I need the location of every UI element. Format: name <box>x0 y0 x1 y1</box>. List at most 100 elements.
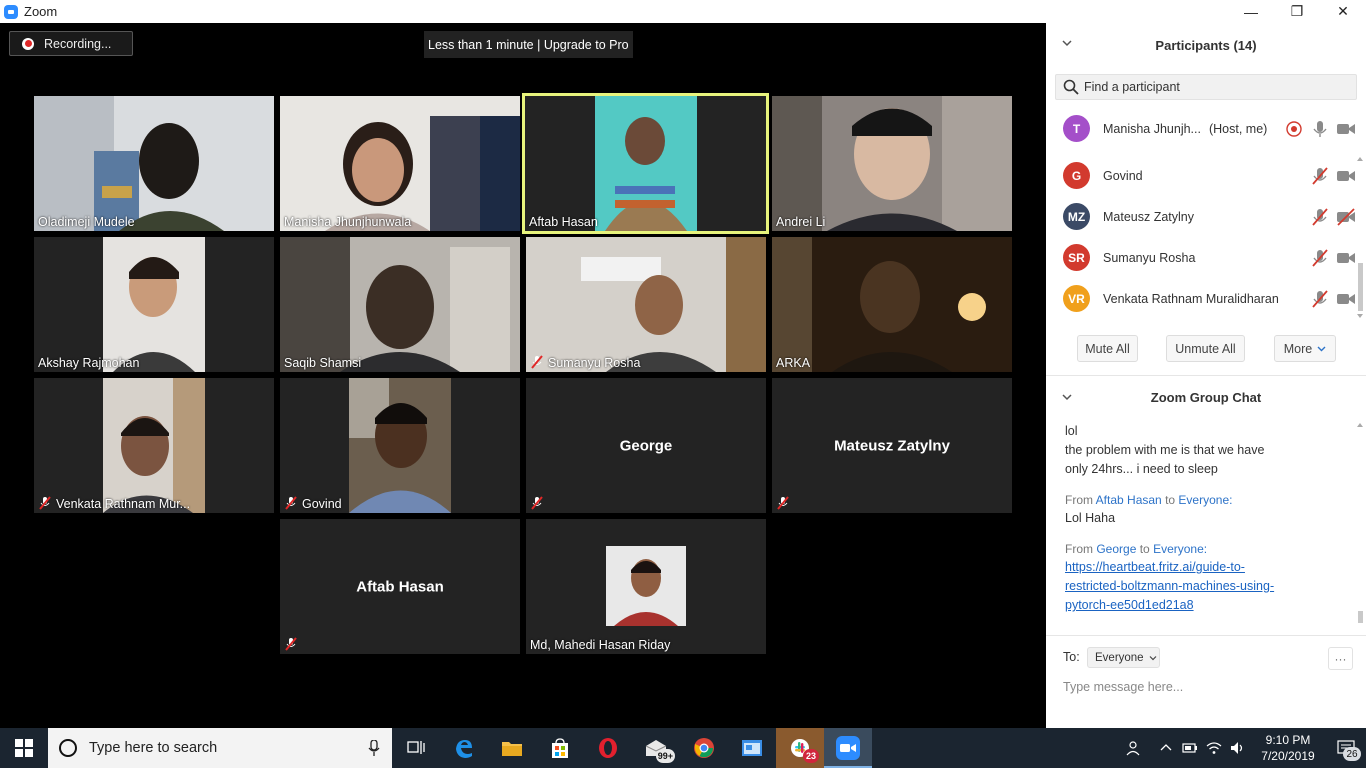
video-tile[interactable]: Md, Mahedi Hasan Riday <box>526 519 766 654</box>
participants-scrollbar[interactable] <box>1356 155 1364 320</box>
participant-row[interactable]: G Govind <box>1046 155 1356 196</box>
slack-badge: 23 <box>803 749 819 763</box>
taskbar-search-placeholder: Type here to search <box>89 740 218 756</box>
recipient-select[interactable]: Everyone <box>1087 647 1160 668</box>
people-button[interactable] <box>1122 728 1146 768</box>
participant-video <box>103 237 205 372</box>
app-button[interactable] <box>728 728 776 768</box>
recipient-value: Everyone <box>1095 651 1144 664</box>
mail-button[interactable]: 99+ <box>632 728 680 768</box>
mic-icon[interactable] <box>1310 119 1330 139</box>
scroll-down-icon[interactable] <box>1356 312 1364 320</box>
video-tile[interactable]: Manisha Jhunjhunwala <box>280 96 520 231</box>
edge-icon <box>456 740 472 758</box>
chat-scrollbar[interactable] <box>1356 421 1364 631</box>
slack-button[interactable]: 23 <box>776 728 824 768</box>
participant-name: Aftab Hasan <box>529 215 598 229</box>
participant-search[interactable]: Find a participant <box>1055 74 1357 100</box>
participant-row[interactable]: T Manisha Jhunjh... (Host, me) <box>1046 108 1356 149</box>
opera-button[interactable] <box>584 728 632 768</box>
chat-messages[interactable]: lol the problem with me is that we have … <box>1046 418 1356 630</box>
window-title: Zoom <box>24 4 58 19</box>
chat-more-button[interactable]: ··· <box>1328 647 1353 670</box>
side-panel: Participants (14) Find a participant T M… <box>1046 23 1366 728</box>
sender-name[interactable]: Aftab Hasan <box>1096 493 1162 507</box>
minimize-button[interactable]: — <box>1228 0 1274 23</box>
zoom-taskbar-button[interactable] <box>824 728 872 768</box>
more-button[interactable]: More <box>1274 335 1336 362</box>
upgrade-banner[interactable]: Less than 1 minute | Upgrade to Pro <box>424 31 633 58</box>
video-camera-icon[interactable] <box>1336 248 1356 268</box>
wifi-button[interactable] <box>1202 728 1226 768</box>
chat-link[interactable]: restricted-boltzmann-machines-using- <box>1065 579 1274 593</box>
participant-row[interactable]: MZ Mateusz Zatylny <box>1046 196 1356 237</box>
chevron-up-icon <box>1160 744 1172 751</box>
task-view-button[interactable] <box>392 728 440 768</box>
edge-button[interactable] <box>440 728 488 768</box>
muted-mic-icon[interactable] <box>1310 289 1330 309</box>
action-center-button[interactable]: 26 <box>1326 728 1366 768</box>
microphone-icon[interactable] <box>368 740 380 756</box>
participant-list-name: Govind <box>1103 168 1143 183</box>
to-label: to <box>1165 493 1176 507</box>
video-tile[interactable]: Akshay Rajmohan <box>34 237 274 372</box>
chat-link[interactable]: pytorch-ee50d1ed21a8 <box>1065 598 1194 612</box>
task-view-icon <box>407 741 425 754</box>
show-hidden-icons-button[interactable] <box>1154 728 1178 768</box>
video-tile-active-speaker[interactable]: Aftab Hasan <box>522 93 769 234</box>
muted-mic-icon[interactable] <box>1310 248 1330 268</box>
start-button[interactable] <box>0 728 48 768</box>
video-off-icon[interactable] <box>1336 207 1356 227</box>
scrollbar-thumb[interactable] <box>1358 611 1363 623</box>
video-camera-icon[interactable] <box>1336 289 1356 309</box>
participant-display-name: Mateusz Zatylny <box>834 437 950 454</box>
scroll-up-icon[interactable] <box>1356 421 1364 429</box>
muted-mic-icon[interactable] <box>1310 207 1330 227</box>
video-tile[interactable]: Saqib Shamsi <box>280 237 520 372</box>
chat-message-input[interactable] <box>1063 676 1353 698</box>
close-button[interactable]: ✕ <box>1320 0 1366 23</box>
video-camera-icon[interactable] <box>1336 119 1356 139</box>
scroll-up-icon[interactable] <box>1356 155 1364 163</box>
battery-button[interactable] <box>1178 728 1202 768</box>
muted-mic-icon[interactable] <box>1310 166 1330 186</box>
chrome-button[interactable] <box>680 728 728 768</box>
windows-icon <box>15 739 33 757</box>
clock[interactable]: 9:10 PM 7/20/2019 <box>1250 732 1326 764</box>
participant-row[interactable]: VR Venkata Rathnam Muralidharan <box>1046 278 1356 319</box>
video-tile[interactable]: Mateusz Zatylny <box>772 378 1012 513</box>
chat-link[interactable]: https://heartbeat.fritz.ai/guide-to- <box>1065 560 1245 574</box>
participant-row[interactable]: SR Sumanyu Rosha <box>1046 237 1356 278</box>
video-camera-icon[interactable] <box>1336 166 1356 186</box>
scrollbar-thumb[interactable] <box>1358 263 1363 311</box>
muted-mic-icon <box>39 496 51 510</box>
video-tile[interactable]: Govind <box>280 378 520 513</box>
video-tile[interactable]: Sumanyu Rosha <box>526 237 766 372</box>
participant-list-name: Manisha Jhunjh... <box>1103 121 1201 136</box>
recording-indicator[interactable]: Recording... <box>9 31 133 56</box>
from-label: From <box>1065 493 1093 507</box>
file-explorer-button[interactable] <box>488 728 536 768</box>
sender-name[interactable]: George <box>1096 542 1136 556</box>
mute-all-button[interactable]: Mute All <box>1077 335 1138 362</box>
video-tile[interactable]: Venkata Rathnam Mur... <box>34 378 274 513</box>
recipient-name[interactable]: Everyone: <box>1153 542 1207 556</box>
video-tile[interactable]: Oladimeji Mudele <box>34 96 274 231</box>
store-button[interactable] <box>536 728 584 768</box>
participant-video <box>772 237 1012 372</box>
recipient-name[interactable]: Everyone: <box>1178 493 1232 507</box>
unmute-all-button[interactable]: Unmute All <box>1166 335 1245 362</box>
maximize-button[interactable]: ❐ <box>1274 0 1320 23</box>
chat-message-text: lol <box>1065 424 1078 438</box>
search-placeholder: Find a participant <box>1084 80 1180 94</box>
participant-video <box>595 96 697 231</box>
video-tile[interactable]: Andrei Li <box>772 96 1012 231</box>
chrome-icon <box>694 738 714 758</box>
chat-message-text: the problem with me is that we have <box>1065 443 1265 457</box>
taskbar-search[interactable]: Type here to search <box>48 728 392 768</box>
volume-button[interactable] <box>1226 728 1250 768</box>
participant-video <box>349 378 451 513</box>
video-tile[interactable]: George <box>526 378 766 513</box>
video-tile[interactable]: Aftab Hasan <box>280 519 520 654</box>
video-tile[interactable]: ARKA <box>772 237 1012 372</box>
